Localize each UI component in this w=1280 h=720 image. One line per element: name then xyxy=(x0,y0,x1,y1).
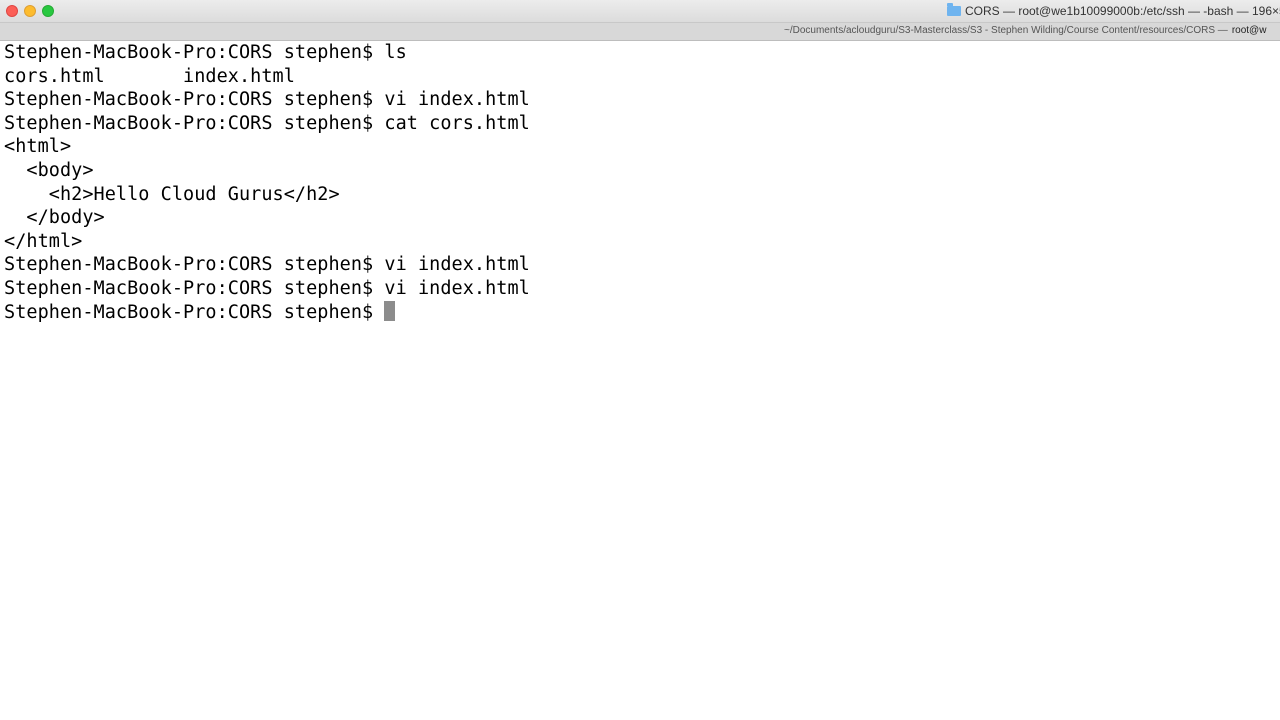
terminal-line: Stephen-MacBook-Pro:CORS stephen$ cat co… xyxy=(4,112,530,134)
terminal-line: </body> xyxy=(4,207,105,229)
close-window-button[interactable] xyxy=(6,5,18,17)
terminal-window: CORS — root@we1b10099000b:/etc/ssh — -ba… xyxy=(0,0,1280,720)
tab-bar: ~/Documents/acloudguru/S3-Masterclass/S3… xyxy=(0,23,1280,41)
tab-path: ~/Documents/acloudguru/S3-Masterclass/S3… xyxy=(784,24,1266,38)
tab-path-text: ~/Documents/acloudguru/S3-Masterclass/S3… xyxy=(784,25,1228,36)
terminal-line: cors.html index.html xyxy=(4,65,295,87)
terminal-prompt: Stephen-MacBook-Pro:CORS stephen$ xyxy=(4,301,385,323)
terminal-line: Stephen-MacBook-Pro:CORS stephen$ ls xyxy=(4,42,407,63)
terminal-line: <h2>Hello Cloud Gurus</h2> xyxy=(4,183,340,205)
terminal-line: Stephen-MacBook-Pro:CORS stephen$ vi ind… xyxy=(4,89,530,111)
terminal-prompt-line[interactable]: Stephen-MacBook-Pro:CORS stephen$ xyxy=(4,300,1280,325)
zoom-window-button[interactable] xyxy=(42,5,54,17)
minimize-window-button[interactable] xyxy=(24,5,36,17)
terminal-output[interactable]: Stephen-MacBook-Pro:CORS stephen$ ls cor… xyxy=(4,41,1280,324)
terminal-line: </html> xyxy=(4,230,83,252)
text-cursor xyxy=(384,300,396,321)
terminal-line: Stephen-MacBook-Pro:CORS stephen$ vi ind… xyxy=(4,277,530,299)
window-title: CORS — root@we1b10099000b:/etc/ssh — -ba… xyxy=(947,3,1280,19)
terminal-line: <body> xyxy=(4,159,94,181)
window-title-text: CORS — root@we1b10099000b:/etc/ssh — -ba… xyxy=(965,4,1280,18)
folder-icon xyxy=(947,3,961,16)
terminal-line: Stephen-MacBook-Pro:CORS stephen$ vi ind… xyxy=(4,254,530,276)
title-bar[interactable]: CORS — root@we1b10099000b:/etc/ssh — -ba… xyxy=(0,0,1280,23)
terminal-line: <html> xyxy=(4,136,72,158)
tab-active[interactable]: root@w xyxy=(1228,25,1267,36)
